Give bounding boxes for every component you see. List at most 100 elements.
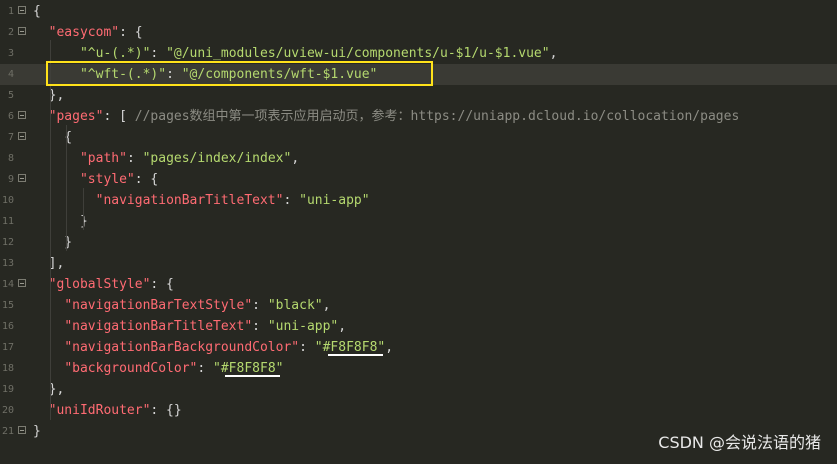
code-token: : { bbox=[150, 277, 174, 292]
code-token: , bbox=[322, 298, 331, 313]
code-line[interactable]: 9 "style": { bbox=[0, 169, 837, 190]
code-token: , bbox=[291, 151, 300, 166]
code-token: "globalStyle" bbox=[48, 277, 151, 292]
indent-guide bbox=[50, 40, 51, 420]
fold-toggle-icon[interactable] bbox=[18, 132, 26, 140]
code-token: "uniIdRouter" bbox=[48, 403, 151, 418]
code-line[interactable]: 7 { bbox=[0, 127, 837, 148]
code-line[interactable]: 14 "globalStyle": { bbox=[0, 274, 837, 295]
code-line[interactable]: 10 "navigationBarTitleText": "uni-app" bbox=[0, 190, 837, 211]
fold-toggle-icon[interactable] bbox=[18, 426, 26, 434]
code-token: "navigationBarTextStyle" bbox=[64, 298, 253, 313]
code-line[interactable]: 12 } bbox=[0, 232, 837, 253]
code-line[interactable]: 1{ bbox=[0, 1, 837, 22]
code-editor[interactable]: 1{2 "easycom": {3 "^u-(.*)": "@/uni_modu… bbox=[0, 0, 837, 464]
code-token: : bbox=[150, 46, 167, 61]
code-token: , bbox=[549, 46, 558, 61]
line-number: 16 bbox=[1, 321, 14, 332]
code-token: }, bbox=[33, 382, 65, 397]
line-number: 3 bbox=[7, 48, 14, 59]
code-token: : { bbox=[134, 172, 159, 187]
code-line[interactable]: 15 "navigationBarTextStyle": "black", bbox=[0, 295, 837, 316]
line-number: 17 bbox=[1, 342, 14, 353]
code-text: "path": "pages/index/index", bbox=[33, 148, 299, 169]
fold-toggle-icon[interactable] bbox=[18, 27, 26, 35]
code-text: }, bbox=[33, 85, 65, 106]
line-number: 19 bbox=[1, 384, 14, 395]
code-token: : bbox=[283, 193, 300, 208]
line-number: 6 bbox=[7, 111, 14, 122]
highlight-box bbox=[46, 61, 433, 86]
code-line[interactable]: 13 ], bbox=[0, 253, 837, 274]
line-number: 18 bbox=[1, 363, 14, 374]
fold-toggle-icon[interactable] bbox=[18, 6, 26, 14]
line-number: 1 bbox=[7, 6, 14, 17]
indent-guide bbox=[83, 188, 84, 230]
code-line[interactable]: 2 "easycom": { bbox=[0, 22, 837, 43]
line-number: 9 bbox=[7, 174, 14, 185]
code-text: "style": { bbox=[33, 169, 158, 190]
fold-toggle-icon[interactable] bbox=[18, 174, 26, 182]
code-token: "easycom" bbox=[48, 25, 120, 40]
code-token: "^u-(.*)" bbox=[79, 46, 151, 61]
line-number: 5 bbox=[7, 90, 14, 101]
code-line[interactable]: 17 "navigationBarBackgroundColor": "#F8F… bbox=[0, 337, 837, 358]
code-token: "path" bbox=[79, 151, 127, 166]
code-line[interactable]: 18 "backgroundColor": "#F8F8F8" bbox=[0, 358, 837, 379]
code-text: } bbox=[33, 421, 41, 442]
code-token: //pages数组中第一项表示应用启动页，参考：https://uniapp.d… bbox=[134, 109, 740, 124]
code-token: "black" bbox=[267, 298, 323, 313]
code-token: "#F8F8F8" bbox=[314, 340, 386, 355]
code-token: "navigationBarTitleText" bbox=[95, 193, 284, 208]
code-line[interactable]: 16 "navigationBarTitleText": "uni-app", bbox=[0, 316, 837, 337]
code-line[interactable]: 19 }, bbox=[0, 379, 837, 400]
line-number: 15 bbox=[1, 300, 14, 311]
code-line[interactable]: 5 }, bbox=[0, 85, 837, 106]
code-token: "backgroundColor" bbox=[64, 361, 198, 376]
code-token: , bbox=[338, 319, 347, 334]
code-token: "navigationBarBackgroundColor" bbox=[64, 340, 300, 355]
line-number: 14 bbox=[1, 279, 14, 290]
code-token: "@/uni_modules/uview-ui/components/u-$1/… bbox=[166, 46, 550, 61]
code-token: : {} bbox=[150, 403, 182, 418]
code-text: } bbox=[33, 211, 88, 232]
watermark: CSDN @会说法语的猪 bbox=[658, 433, 821, 452]
code-token: "navigationBarTitleText" bbox=[64, 319, 253, 334]
code-line[interactable]: 11 } bbox=[0, 211, 837, 232]
line-number: 11 bbox=[1, 216, 14, 227]
code-line[interactable]: 8 "path": "pages/index/index", bbox=[0, 148, 837, 169]
code-token: } bbox=[33, 214, 88, 229]
line-number: 20 bbox=[1, 405, 14, 416]
line-number: 12 bbox=[1, 237, 14, 248]
indent-guide bbox=[66, 125, 67, 251]
code-token: } bbox=[33, 424, 41, 439]
code-token: , bbox=[385, 340, 394, 355]
fold-toggle-icon[interactable] bbox=[18, 279, 26, 287]
code-token: : { bbox=[119, 25, 143, 40]
code-line[interactable]: 20 "uniIdRouter": {} bbox=[0, 400, 837, 421]
line-number: 7 bbox=[7, 132, 14, 143]
code-token: : bbox=[126, 151, 143, 166]
code-token: : bbox=[252, 298, 268, 313]
code-token: : bbox=[299, 340, 315, 355]
code-line[interactable]: 6 "pages": [ //pages数组中第一项表示应用启动页，参考：htt… bbox=[0, 106, 837, 127]
fold-toggle-icon[interactable] bbox=[18, 111, 26, 119]
code-token: : [ bbox=[103, 109, 135, 124]
code-token: "pages/index/index" bbox=[142, 151, 292, 166]
code-token: "pages" bbox=[48, 109, 104, 124]
code-token: { bbox=[33, 4, 41, 19]
code-token: : bbox=[197, 361, 214, 376]
code-text: "globalStyle": { bbox=[33, 274, 174, 295]
code-token: "uni-app" bbox=[299, 193, 370, 208]
code-text: { bbox=[33, 1, 41, 22]
underline-mark bbox=[328, 354, 383, 356]
line-number: 4 bbox=[7, 69, 14, 80]
